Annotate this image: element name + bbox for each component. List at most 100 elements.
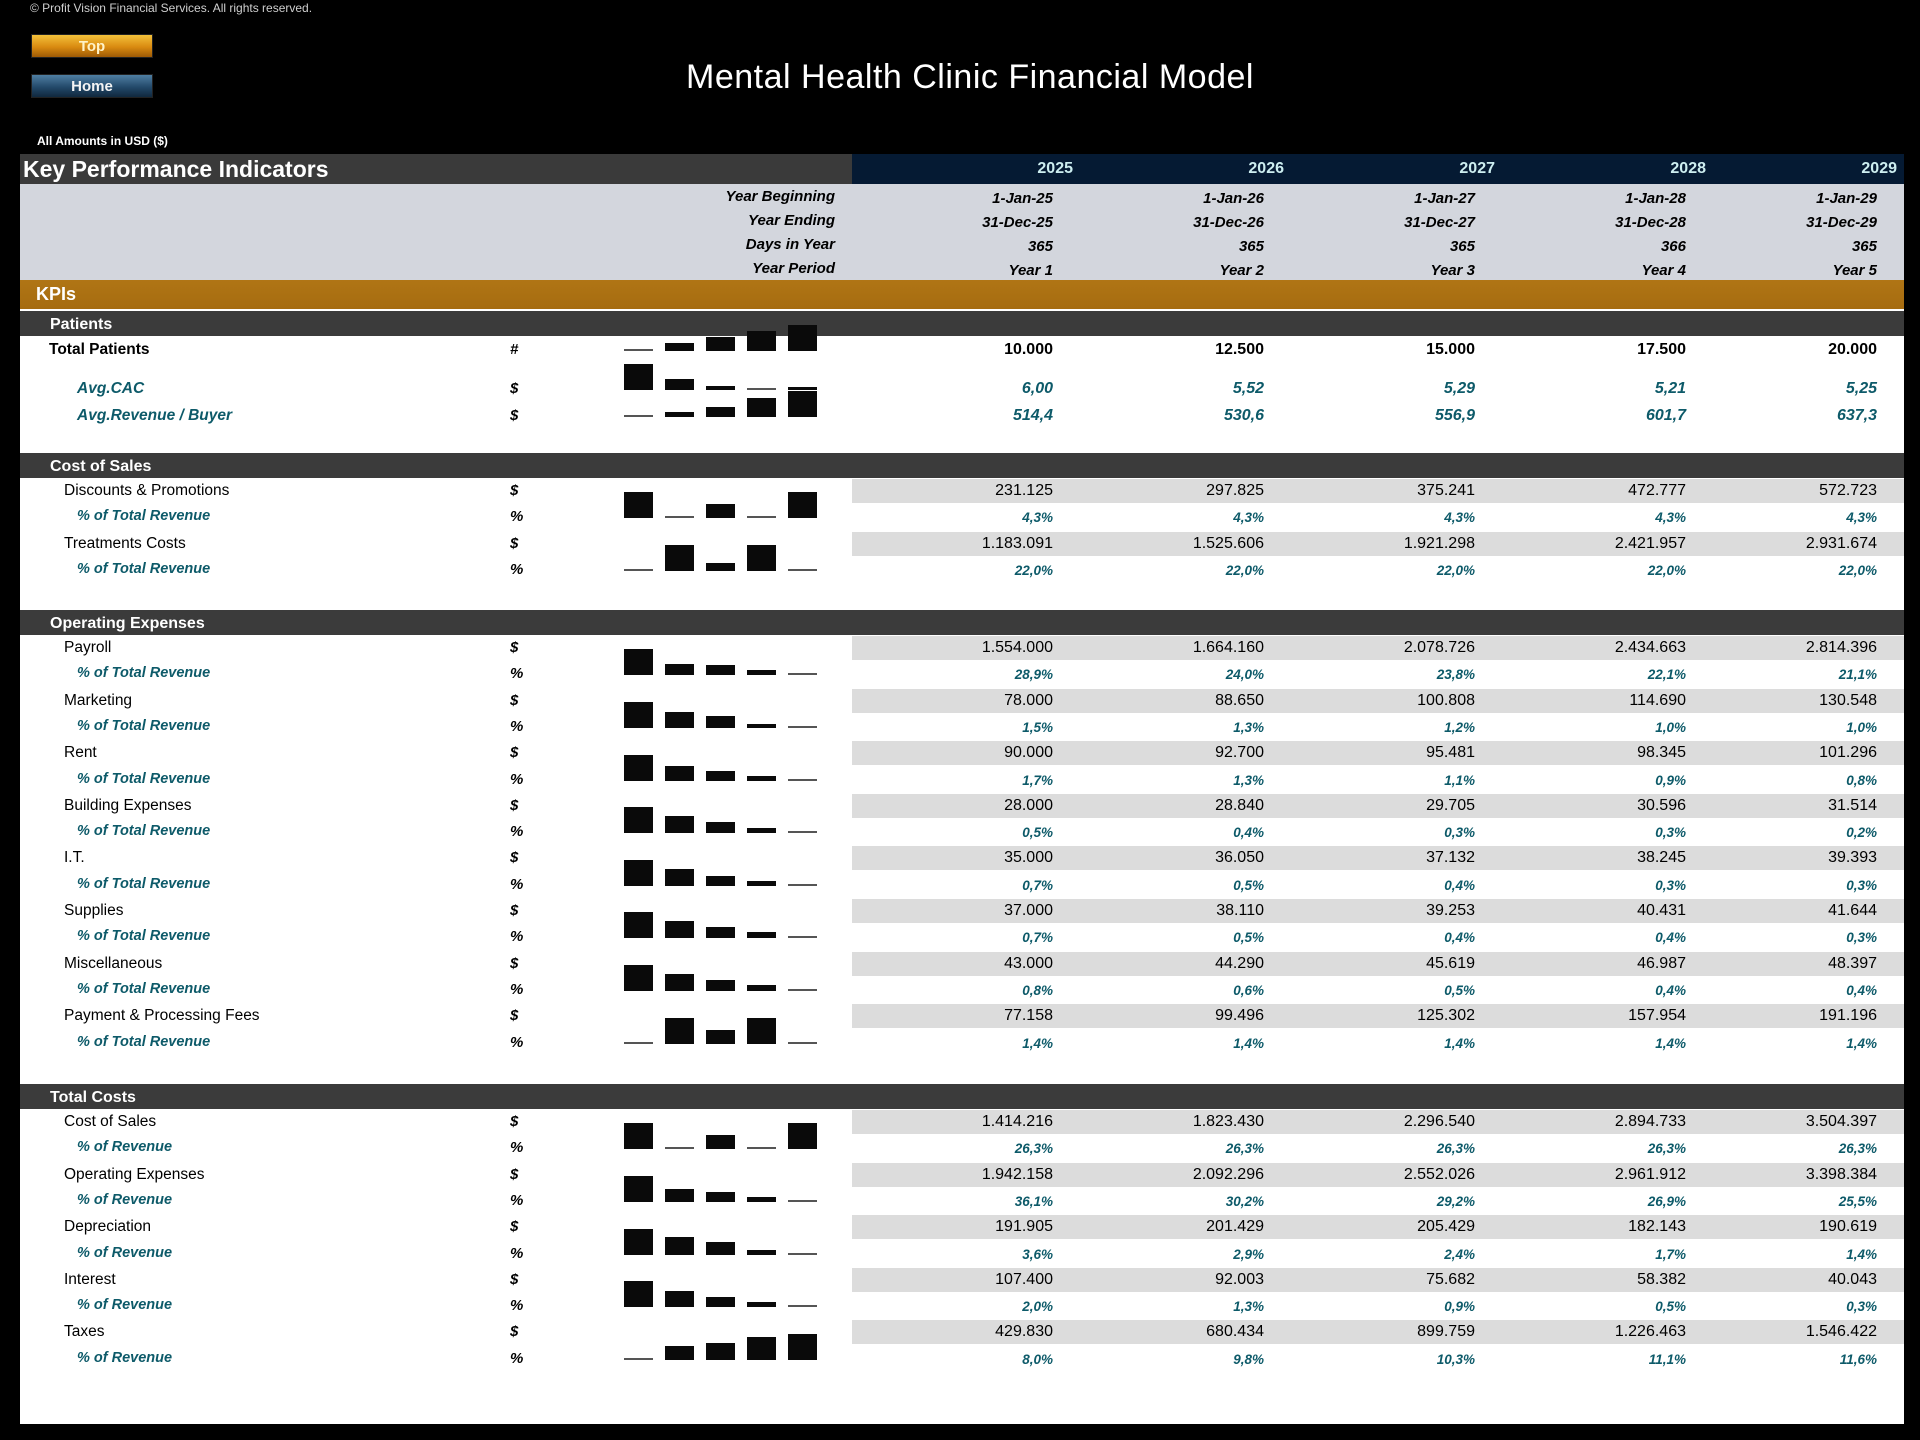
sparkline (624, 753, 820, 781)
sparkline-bar (788, 1123, 817, 1150)
table-row: % of Revenue% 2,0% 1,3% 0,9% 0,5% 0,3% (20, 1281, 1904, 1319)
table-row: Cost of Sales $1.414.216 1.823.430 2.296.54… (20, 1109, 1904, 1135)
value-cell: 25,5% (1838, 1193, 1877, 1209)
value-cell: 26,3% (1014, 1141, 1053, 1157)
table-row: % of Revenue% 8,0% 9,8% 10,3% 11,1% 11,6% (20, 1333, 1904, 1372)
value-cell: 37.132 (1426, 849, 1475, 867)
sparkline-bar (706, 770, 735, 781)
row-label: Building Expenses (64, 796, 192, 814)
table-row: % of Revenue% 3,6% 2,9% 2,4% 1,7% 1,4% (20, 1228, 1904, 1267)
period-value: 365 (1449, 238, 1475, 255)
value-cell: 2,4% (1444, 1246, 1475, 1262)
period-value: 366 (1660, 238, 1686, 255)
value-cell: 28.840 (1215, 796, 1264, 814)
sparkline-bar (788, 1252, 817, 1255)
value-cell: 9,8% (1233, 1351, 1264, 1367)
row-label: % of Total Revenue (77, 928, 211, 945)
value-cell: 75.682 (1426, 1270, 1475, 1288)
value-cell: 1,4% (1233, 1035, 1264, 1051)
top-button[interactable]: Top (31, 34, 153, 58)
value-cell: 1,7% (1655, 1246, 1686, 1262)
value-cell: 1,3% (1233, 1299, 1264, 1315)
value-cell: 205.429 (1417, 1218, 1475, 1236)
sparkline (624, 963, 820, 991)
value-cell: 1,7% (1022, 772, 1053, 788)
sparkline (624, 543, 820, 571)
sparkline-bar (665, 973, 694, 991)
row-label: Total Patients (49, 341, 150, 358)
row-label: Supplies (64, 902, 124, 919)
sparkline-bar (788, 1305, 817, 1308)
value-cell: 0,4% (1846, 982, 1877, 998)
row-label: Treatments Costs (64, 534, 186, 552)
period-value: Year 5 (1832, 262, 1877, 279)
sparkline-bar (665, 921, 694, 939)
value-cell: 4,3% (1022, 510, 1053, 526)
value-cell: 11,6% (1839, 1351, 1877, 1367)
sparkline-bar (665, 544, 694, 571)
value-cell: 30.596 (1637, 796, 1686, 814)
value-cell: 2,0% (1022, 1299, 1053, 1315)
kpi-sheet: Key Performance Indicators 2025 2026 202… (20, 154, 1904, 1424)
sparkline-bar (665, 1188, 694, 1202)
unit-label: % (510, 928, 524, 946)
value-cell: 22,0% (1014, 562, 1053, 578)
sparkline-bar (788, 325, 817, 351)
sparkline-bar (706, 1029, 735, 1044)
year-header-cell: 2026 (1248, 160, 1284, 177)
value-cell: 191.905 (995, 1218, 1053, 1236)
unit-label: $ (510, 1165, 519, 1183)
unit-label: $ (510, 1007, 519, 1025)
unit-label: $ (510, 380, 519, 397)
sparkline-bar (624, 754, 653, 781)
value-cell: 572.723 (1819, 482, 1877, 499)
value-cell: 26,3% (1436, 1141, 1475, 1157)
value-cell: 26,3% (1225, 1141, 1264, 1157)
sparkline-bar (706, 927, 735, 939)
value-cell: 26,3% (1838, 1141, 1877, 1157)
year-header-cell: 2027 (1459, 160, 1495, 177)
currency-note: All Amounts in USD ($) (37, 134, 168, 148)
table-row: Supplies $37.000 38.110 39.253 40.431 41.644 (20, 898, 1904, 924)
unit-label: % (510, 1349, 524, 1367)
value-cell: 1,5% (1022, 719, 1053, 735)
value-cell: 429.830 (995, 1323, 1053, 1341)
sparkline-bar (706, 715, 735, 728)
unit-label: % (510, 823, 524, 841)
value-cell: 22,1% (1647, 667, 1686, 683)
sparkline (624, 1227, 820, 1255)
sparkline-bar (788, 391, 817, 417)
value-cell: 514,4 (1012, 407, 1053, 424)
value-cell: 4,3% (1233, 510, 1264, 526)
period-label: Year Period (752, 260, 835, 277)
row-label: % of Total Revenue (77, 823, 211, 840)
sparkline-bar (665, 816, 694, 834)
unit-label: % (510, 770, 524, 788)
value-cell: 1.942.158 (981, 1165, 1053, 1183)
unit-label: % (510, 1244, 524, 1262)
sparkline-bar (747, 1302, 776, 1308)
page-title: Mental Health Clinic Financial Model (686, 58, 1254, 96)
unit-label: % (510, 717, 524, 735)
value-cell: 28,9% (1014, 667, 1053, 683)
value-cell: 5,21 (1654, 380, 1686, 397)
sparkline-bar (747, 1147, 776, 1150)
sparkline-bar (665, 765, 694, 781)
copyright-notice: © Profit Vision Financial Services. All … (30, 1, 313, 15)
row-label: % of Revenue (77, 1191, 173, 1208)
section-header-total-costs: Total Costs (20, 1084, 1904, 1109)
sparkline-bar (624, 1041, 653, 1044)
sparkline (624, 323, 820, 351)
sparkline-bar (788, 1333, 817, 1360)
unit-label: $ (510, 407, 519, 424)
table-row: % of Total Revenue% 22,0% 22,0% 22,0% 22,0% 2… (20, 544, 1904, 583)
value-cell: 21,1% (1838, 667, 1877, 683)
period-value: 1-Jan-27 (1414, 190, 1475, 207)
value-cell: 0,3% (1846, 877, 1877, 893)
value-cell: 41.644 (1828, 902, 1877, 919)
sparkline-bar (747, 670, 776, 676)
sparkline-bar (706, 1135, 735, 1150)
sparkline-bar (665, 1291, 694, 1308)
value-cell: 2.814.396 (1805, 639, 1877, 656)
value-cell: 2.421.957 (1614, 534, 1686, 552)
